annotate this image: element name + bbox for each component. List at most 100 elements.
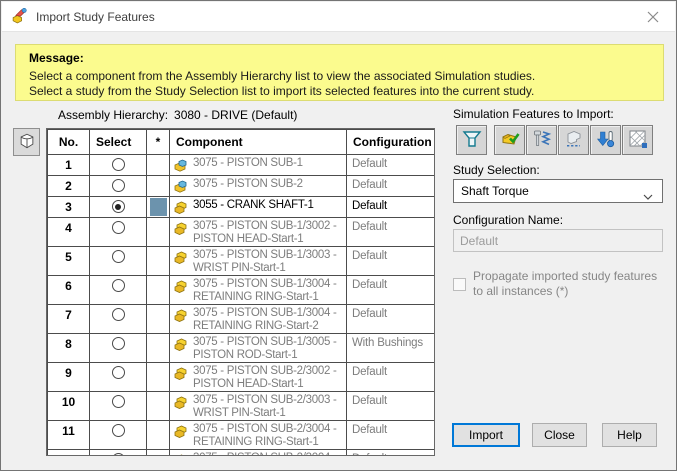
component-name: 3075 - PISTON SUB-1	[193, 157, 303, 169]
row-select-cell	[89, 333, 147, 363]
row-configuration-cell: Default	[346, 449, 434, 455]
table-row[interactable]: 10 3075 - PISTON SUB-2/3003 - WRIST PIN-…	[47, 391, 434, 421]
assembly-hierarchy-value: 3080 - DRIVE (Default)	[174, 108, 298, 122]
dialog-icon	[11, 7, 28, 27]
row-component-cell[interactable]: 3075 - PISTON SUB-2/3004 - RETAINING RIN…	[169, 420, 347, 450]
radio-button[interactable]	[111, 366, 125, 379]
component-name: 3075 - PISTON SUB-1/3005 - PISTON ROD-St…	[193, 336, 337, 361]
configuration-name-value: Default	[460, 233, 499, 248]
radio-button[interactable]	[111, 200, 125, 213]
table-row[interactable]: 11 3075 - PISTON SUB-2/3004 - RETAINING …	[47, 420, 434, 450]
table-row[interactable]: 5 3075 - PISTON SUB-1/3003 - WRIST PIN-S…	[47, 246, 434, 276]
component-name: 3075 - PISTON SUB-2/3004 - RETAINING RIN…	[193, 423, 337, 448]
study-selection-value: Shaft Torque	[461, 184, 529, 198]
assembly-icon	[173, 178, 190, 194]
loads-button[interactable]	[494, 125, 525, 155]
row-configuration-cell: Default	[346, 391, 434, 421]
assembly-hierarchy-label: Assembly Hierarchy:	[58, 108, 169, 122]
row-star-cell	[146, 217, 170, 247]
connectors-icon	[532, 129, 552, 152]
radio-button[interactable]	[111, 179, 125, 192]
row-number: 1	[47, 154, 90, 176]
row-component-cell[interactable]: 3075 - PISTON SUB-1/3004 - RETAINING RIN…	[169, 304, 347, 334]
part-icon	[173, 307, 190, 323]
mesh-button[interactable]	[622, 125, 653, 155]
title-bar: Import Study Features	[2, 2, 675, 32]
contacts-button[interactable]	[558, 125, 589, 155]
row-number: 5	[47, 246, 90, 276]
fixtures-button[interactable]	[456, 125, 487, 155]
radio-button[interactable]	[111, 453, 125, 455]
row-component-cell[interactable]: 3055 - CRANK SHAFT-1	[169, 196, 347, 218]
connectors-button[interactable]	[526, 125, 557, 155]
study-selection-dropdown[interactable]: Shaft Torque	[453, 179, 663, 203]
table-row[interactable]: 6 3075 - PISTON SUB-1/3004 - RETAINING R…	[47, 275, 434, 305]
table-row[interactable]: 9 3075 - PISTON SUB-2/3002 - PISTON HEAD…	[47, 362, 434, 392]
row-configuration-cell: Default	[346, 217, 434, 247]
row-component-cell[interactable]: 3075 - PISTON SUB-2/3003 - WRIST PIN-Sta…	[169, 391, 347, 421]
table-row[interactable]: 2 3075 - PISTON SUB-2 Default	[47, 175, 434, 197]
row-star-cell	[146, 196, 170, 218]
row-component-cell[interactable]: 3075 - PISTON SUB-1/3004 - RETAINING RIN…	[169, 275, 347, 305]
table-row[interactable]: 7 3075 - PISTON SUB-1/3004 - RETAINING R…	[47, 304, 434, 334]
row-component-cell[interactable]: 3075 - PISTON SUB-2	[169, 175, 347, 197]
component-name: 3075 - PISTON SUB-1/3004 - RETAINING RIN…	[193, 307, 337, 332]
radio-button[interactable]	[111, 424, 125, 437]
row-select-cell	[89, 196, 147, 218]
table-row[interactable]: 1 3075 - PISTON SUB-1 Default	[47, 154, 434, 176]
assembly-table-body: 1 3075 - PISTON SUB-1 Default 2 3075 - P…	[47, 154, 434, 455]
dialog-title: Import Study Features	[36, 9, 155, 24]
radio-button[interactable]	[111, 395, 125, 408]
contacts-icon	[564, 129, 584, 152]
message-line-2: Select a study from the Study Selection …	[29, 84, 535, 98]
propagate-option: Propagate imported study features to all…	[453, 269, 667, 299]
row-select-cell	[89, 449, 147, 455]
mesh-icon	[628, 129, 648, 152]
component-name: 3075 - PISTON SUB-1/3002 - PISTON HEAD-S…	[193, 220, 337, 245]
part-icon	[173, 452, 190, 455]
close-button[interactable]: Close	[532, 423, 587, 447]
radio-button[interactable]	[111, 158, 125, 171]
table-row[interactable]: 8 3075 - PISTON SUB-1/3005 - PISTON ROD-…	[47, 333, 434, 363]
radio-button[interactable]	[111, 337, 125, 350]
row-configuration-cell: Default	[346, 304, 434, 334]
import-button[interactable]: Import	[452, 423, 520, 447]
table-row[interactable]: 12 3075 - PISTON SUB-2/3004 - RETAINING …	[47, 449, 434, 455]
row-number: 4	[47, 217, 90, 247]
radio-button[interactable]	[111, 308, 125, 321]
row-component-cell[interactable]: 3075 - PISTON SUB-1/3002 - PISTON HEAD-S…	[169, 217, 347, 247]
radio-button[interactable]	[111, 221, 125, 234]
radio-button[interactable]	[111, 279, 125, 292]
isometric-view-button[interactable]	[13, 128, 40, 156]
row-component-cell[interactable]: 3075 - PISTON SUB-1/3005 - PISTON ROD-St…	[169, 333, 347, 363]
table-row[interactable]: 3 3055 - CRANK SHAFT-1 Default	[47, 196, 434, 218]
configuration-name-label: Configuration Name:	[453, 213, 564, 227]
row-component-cell[interactable]: 3075 - PISTON SUB-1/3003 - WRIST PIN-Sta…	[169, 246, 347, 276]
part-icon	[173, 278, 190, 294]
radio-button[interactable]	[111, 250, 125, 263]
part-icon	[173, 365, 190, 381]
part-icon	[173, 199, 190, 215]
thermal-button[interactable]	[590, 125, 621, 155]
help-button[interactable]: Help	[602, 423, 657, 447]
part-icon	[173, 220, 190, 236]
table-row[interactable]: 4 3075 - PISTON SUB-1/3002 - PISTON HEAD…	[47, 217, 434, 247]
header-select: Select	[89, 129, 147, 155]
row-select-cell	[89, 391, 147, 421]
row-star-cell	[146, 333, 170, 363]
assembly-hierarchy-caption: Assembly Hierarchy: 3080 - DRIVE (Default…	[58, 108, 297, 122]
row-number: 2	[47, 175, 90, 197]
row-configuration-cell: With Bushings	[346, 333, 434, 363]
close-icon[interactable]	[630, 2, 675, 31]
row-star-cell	[146, 246, 170, 276]
row-star-cell	[146, 362, 170, 392]
message-heading: Message:	[29, 51, 84, 65]
row-component-cell[interactable]: 3075 - PISTON SUB-2/3002 - PISTON HEAD-S…	[169, 362, 347, 392]
header-configuration: Configuration	[346, 129, 434, 155]
propagate-label: Propagate imported study features to all…	[473, 269, 658, 298]
propagate-checkbox[interactable]	[453, 277, 466, 291]
row-component-cell[interactable]: 3075 - PISTON SUB-2/3004 - RETAINING RIN…	[169, 449, 347, 455]
component-name: 3075 - PISTON SUB-2/3004 - RETAINING RIN…	[193, 452, 344, 455]
row-star-cell	[146, 304, 170, 334]
row-component-cell[interactable]: 3075 - PISTON SUB-1	[169, 154, 347, 176]
